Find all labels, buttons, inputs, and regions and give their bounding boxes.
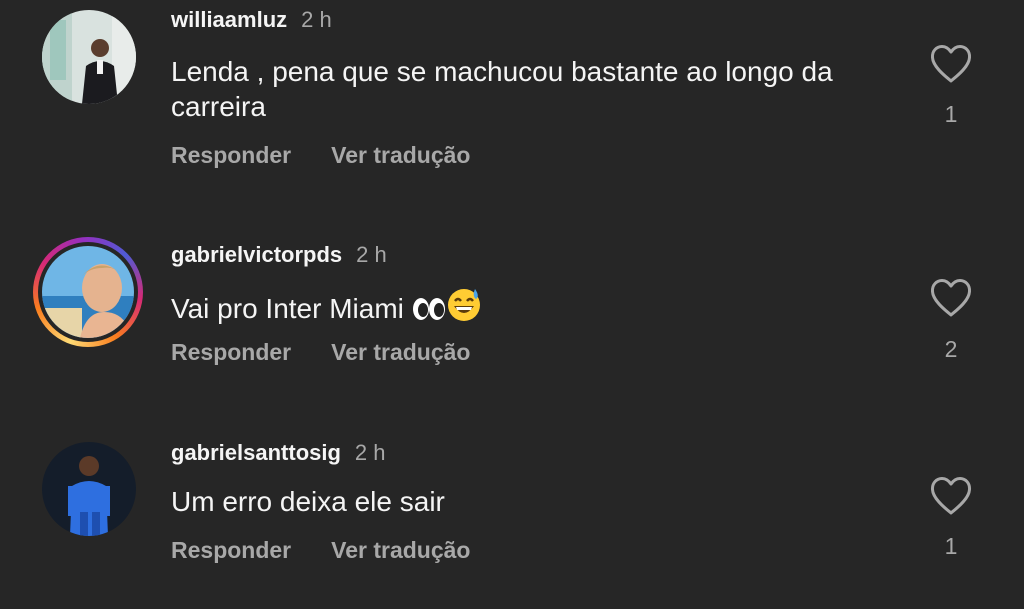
story-ring[interactable] — [33, 237, 143, 347]
avatar[interactable] — [42, 246, 134, 338]
comment-actions: Responder Ver tradução — [171, 142, 470, 169]
username[interactable]: gabrielsanttosig — [171, 440, 341, 465]
comment-header: gabrielsanttosig 2 h — [171, 440, 386, 466]
grinning-sweat-emoji — [446, 286, 482, 330]
comment-actions: Responder Ver tradução — [171, 537, 470, 564]
heart-outline-icon[interactable] — [929, 476, 973, 516]
like-count: 1 — [944, 533, 958, 559]
comment-actions: Responder Ver tradução — [171, 339, 470, 366]
username[interactable]: williaamluz — [171, 7, 287, 32]
reply-button[interactable]: Responder — [171, 537, 291, 563]
comment-text: Lenda , pena que se machucou bastante ao… — [171, 56, 833, 122]
avatar[interactable] — [42, 10, 136, 104]
comment-text: Vai pro Inter Miami — [171, 293, 404, 324]
timestamp: 2 h — [301, 7, 332, 32]
heart-outline-icon[interactable] — [929, 278, 973, 318]
reply-button[interactable]: Responder — [171, 142, 291, 168]
like-count: 2 — [944, 336, 958, 362]
timestamp: 2 h — [354, 440, 386, 465]
comment-header: williaamluz 2 h — [171, 7, 332, 33]
heart-outline-icon[interactable] — [929, 44, 973, 84]
reply-button[interactable]: Responder — [171, 339, 291, 365]
avatar[interactable] — [42, 442, 136, 536]
eyes-emoji — [412, 295, 446, 330]
see-translation-button[interactable]: Ver tradução — [331, 339, 470, 365]
timestamp: 2 h — [356, 242, 387, 267]
comment-text-row: Vai pro Inter Miami — [171, 286, 891, 330]
see-translation-button[interactable]: Ver tradução — [331, 537, 470, 563]
comment-header: gabrielvictorpds 2 h — [171, 242, 387, 268]
see-translation-button[interactable]: Ver tradução — [331, 142, 470, 168]
comment-text: Um erro deixa ele sair — [171, 486, 445, 517]
like-count: 1 — [944, 101, 958, 127]
username[interactable]: gabrielvictorpds — [171, 242, 342, 267]
